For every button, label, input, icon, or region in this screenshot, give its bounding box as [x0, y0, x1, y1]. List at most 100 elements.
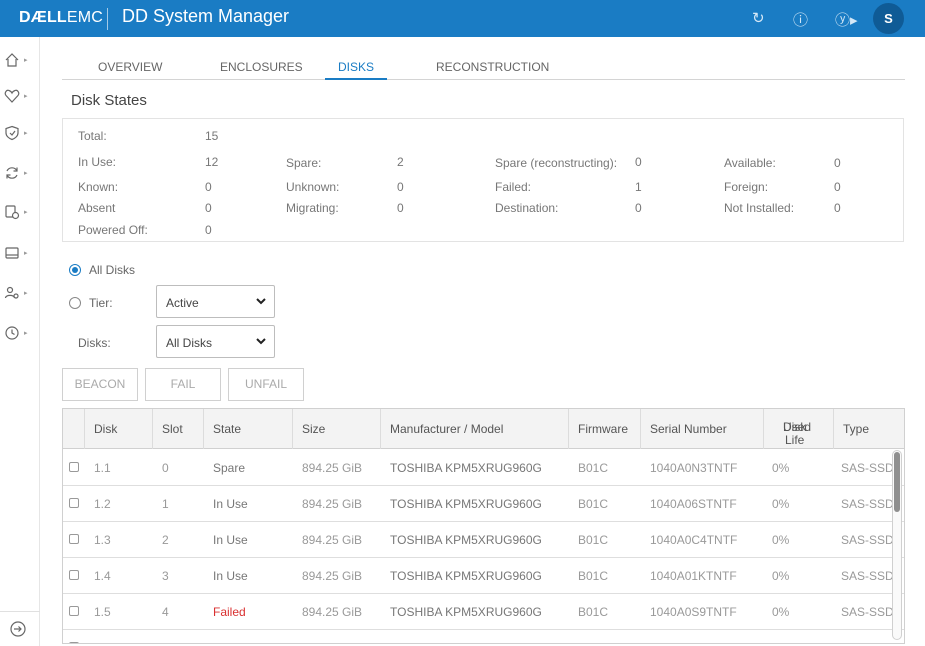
row-checkbox[interactable] — [69, 498, 79, 508]
cell-serial: 1040A06STNTF — [650, 497, 737, 511]
table-row[interactable]: 1.5 4 Failed 894.25 GiB TOSHIBA KPM5XRUG… — [63, 594, 904, 630]
not-installed-value: 0 — [834, 201, 841, 215]
disks-select[interactable]: All Disks — [156, 325, 275, 358]
nav-maintenance[interactable]: ▸ — [4, 324, 36, 346]
tier-label: Tier: — [89, 296, 113, 310]
cell-disk: 1.2 — [94, 497, 111, 511]
cell-model: TOSHIBA KPM5XRUG960G — [390, 461, 542, 475]
cell-serial: 1040A0N3TNTF — [650, 461, 738, 475]
cell-model: TOSHIBA KPM5XRUG960G — [390, 497, 542, 511]
cell-state: In Use — [213, 569, 248, 583]
table-row[interactable] — [63, 630, 904, 643]
tab-bar: OVERVIEW ENCLOSURES DISKS RECONSTRUCTION — [62, 52, 905, 80]
unknown-value: 0 — [397, 180, 404, 194]
all-disks-radio[interactable] — [69, 264, 81, 276]
unfail-button[interactable]: UNFAIL — [228, 368, 304, 401]
nav-administration[interactable]: ▸ — [4, 284, 36, 306]
cell-size: 894.25 GiB — [302, 461, 363, 475]
not-installed-label: Not Installed: — [724, 201, 795, 215]
table-header: Disk Slot State Size Manufacturer / Mode… — [63, 409, 904, 449]
expand-icon[interactable] — [9, 620, 27, 638]
absent-label: Absent — [78, 201, 116, 215]
col-disk-life[interactable]: Disk Life Used — [764, 409, 834, 449]
tab-enclosures[interactable]: ENCLOSURES — [220, 60, 303, 80]
cell-size: 894.25 GiB — [302, 533, 363, 547]
cell-state: Spare — [213, 461, 246, 475]
cell-state: In Use — [213, 497, 248, 511]
nav-replication[interactable]: ▸ — [4, 164, 36, 186]
absent-value: 0 — [205, 201, 212, 215]
cell-slot: 1 — [162, 497, 169, 511]
cell-type: SAS-SSD — [841, 605, 894, 619]
tab-overview[interactable]: OVERVIEW — [98, 60, 162, 80]
disks-select-value: All Disks — [166, 336, 213, 350]
col-size[interactable]: Size — [293, 409, 381, 449]
left-nav-rail: ▸ ▸ ▸ ▸ ▸ ▸ ▸ ▸ — [0, 37, 40, 646]
table-row[interactable]: 1.2 1 In Use 894.25 GiB TOSHIBA KPM5XRUG… — [63, 486, 904, 522]
cell-life: 0% — [772, 569, 790, 583]
all-disks-label: All Disks — [89, 263, 136, 277]
cell-disk: 1.1 — [94, 461, 111, 475]
disks-label: Disks: — [78, 336, 111, 350]
known-label: Known: — [78, 180, 119, 194]
cell-firmware: B01C — [578, 569, 609, 583]
cell-size: 894.25 GiB — [302, 497, 363, 511]
nav-health[interactable]: ▸ — [4, 87, 36, 109]
col-firmware[interactable]: Firmware — [569, 409, 641, 449]
nav-protection[interactable]: ▸ — [4, 124, 36, 146]
row-checkbox[interactable] — [69, 642, 79, 643]
row-checkbox[interactable] — [69, 570, 79, 580]
tier-radio[interactable] — [69, 297, 81, 309]
col-state[interactable]: State — [204, 409, 293, 449]
nav-data-management[interactable]: ▸ — [4, 203, 36, 225]
cell-type: SAS-SSD — [841, 497, 894, 511]
dell-emc-logo: DÆLLEMC — [19, 9, 104, 26]
total-label: Total: — [78, 129, 107, 143]
col-model[interactable]: Manufacturer / Model — [381, 409, 569, 449]
heart-icon — [4, 89, 20, 103]
cell-type: SAS-SSD — [841, 533, 894, 547]
col-type[interactable]: Type — [834, 409, 904, 449]
cell-disk: 1.4 — [94, 569, 111, 583]
table-row[interactable]: 1.1 0 Spare 894.25 GiB TOSHIBA KPM5XRUG9… — [63, 450, 904, 486]
nav-hardware[interactable]: ▸ — [4, 244, 36, 266]
tier-select[interactable]: Active — [156, 285, 275, 318]
cell-firmware: B01C — [578, 533, 609, 547]
reload-icon[interactable]: ↻ — [752, 9, 765, 27]
rail-footer — [0, 611, 40, 646]
cell-life: 0% — [772, 497, 790, 511]
scrollbar-thumb[interactable] — [894, 452, 900, 512]
table-row[interactable]: 1.4 3 In Use 894.25 GiB TOSHIBA KPM5XRUG… — [63, 558, 904, 594]
nav-home[interactable]: ▸ — [4, 51, 36, 73]
section-title: Disk States — [71, 92, 147, 109]
cell-firmware: B01C — [578, 605, 609, 619]
tab-disks[interactable]: DISKS — [325, 60, 387, 80]
info-icon[interactable]: ⓘ — [793, 9, 808, 30]
migrating-label: Migrating: — [286, 201, 339, 215]
row-checkbox[interactable] — [69, 534, 79, 544]
tab-reconstruction[interactable]: RECONSTRUCTION — [436, 60, 549, 80]
cell-serial: 1040A0S9TNTF — [650, 605, 737, 619]
destination-value: 0 — [635, 201, 642, 215]
cell-state: In Use — [213, 533, 248, 547]
col-serial[interactable]: Serial Number — [641, 409, 764, 449]
foreign-label: Foreign: — [724, 180, 769, 194]
cell-firmware: B01C — [578, 497, 609, 511]
storage-icon — [5, 247, 19, 259]
col-slot[interactable]: Slot — [153, 409, 204, 449]
tier-select-value: Active — [166, 296, 199, 310]
user-avatar[interactable]: S — [873, 3, 904, 34]
help-icon[interactable]: ⓨ▸ — [835, 9, 858, 30]
row-checkbox[interactable] — [69, 606, 79, 616]
shield-icon — [5, 125, 19, 141]
col-disk[interactable]: Disk — [85, 409, 153, 449]
beacon-button[interactable]: BEACON — [62, 368, 138, 401]
cell-slot: 4 — [162, 605, 169, 619]
fail-button[interactable]: FAIL — [145, 368, 221, 401]
cell-life: 0% — [772, 461, 790, 475]
select-column-header — [63, 409, 85, 449]
table-row[interactable]: 1.3 2 In Use 894.25 GiB TOSHIBA KPM5XRUG… — [63, 522, 904, 558]
available-label: Available: — [724, 156, 776, 170]
settings-icon — [5, 205, 20, 220]
row-checkbox[interactable] — [69, 462, 79, 472]
